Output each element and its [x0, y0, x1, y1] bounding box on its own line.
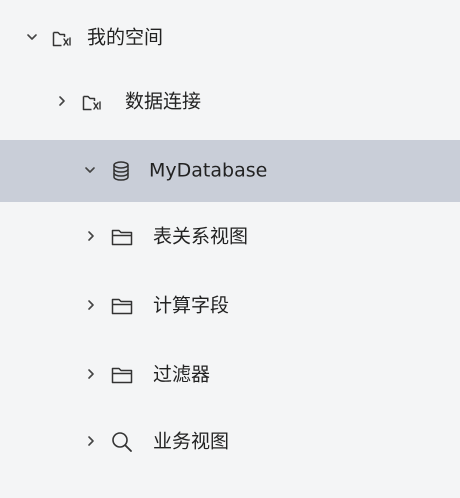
- folder-icon: [110, 225, 134, 249]
- chevron-right-icon[interactable]: [55, 94, 69, 108]
- folder-icon: [110, 294, 134, 318]
- chevron-right-icon[interactable]: [84, 434, 98, 448]
- chevron-down-icon[interactable]: [25, 30, 39, 44]
- tree-item-label: 数据连接: [125, 90, 202, 113]
- search-icon: [110, 430, 134, 454]
- chevron-right-icon[interactable]: [84, 229, 98, 243]
- tree-item-label: 业务视图: [153, 430, 230, 453]
- chevron-right-icon[interactable]: [84, 298, 98, 312]
- tree-item-label: 计算字段: [153, 294, 230, 317]
- tree-item-label: MyDatabase: [149, 159, 268, 182]
- tree-item-my-space[interactable]: 我的空间: [0, 7, 460, 69]
- workspace-icon: [51, 26, 75, 50]
- tree-item-filters[interactable]: 过滤器: [0, 344, 460, 406]
- tree-item-label: 表关系视图: [153, 225, 249, 248]
- tree-item-label: 我的空间: [87, 26, 164, 49]
- database-icon: [109, 159, 133, 183]
- tree-item-mydatabase[interactable]: MyDatabase: [0, 140, 460, 202]
- tree-item-data-connections[interactable]: 数据连接: [0, 71, 460, 133]
- tree-item-calculated-fields[interactable]: 计算字段: [0, 275, 460, 337]
- folder-icon: [110, 363, 134, 387]
- workspace-icon: [81, 90, 105, 114]
- chevron-down-icon[interactable]: [83, 163, 97, 177]
- tree-item-table-relations[interactable]: 表关系视图: [0, 206, 460, 268]
- tree-item-business-views[interactable]: 业务视图: [0, 411, 460, 473]
- chevron-right-icon[interactable]: [84, 367, 98, 381]
- tree-item-label: 过滤器: [153, 363, 211, 386]
